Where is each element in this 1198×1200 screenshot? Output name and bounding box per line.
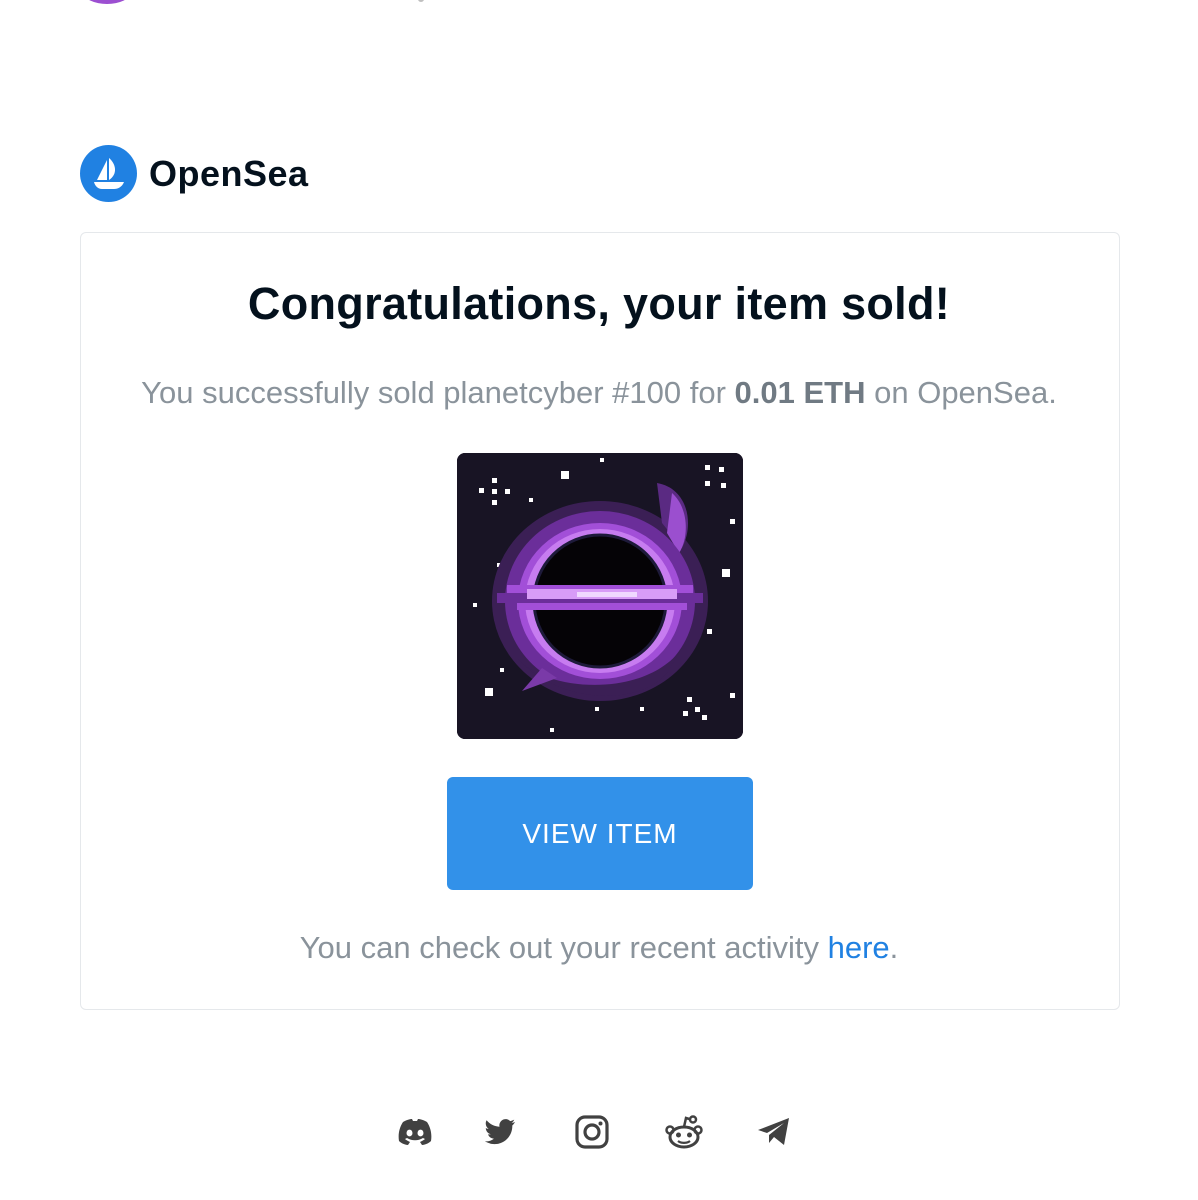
brand-name: OpenSea [149,152,309,194]
activity-prefix: You can check out your recent activity [299,930,828,965]
sale-summary: You successfully sold planetcyber #100 f… [0,372,1198,414]
activity-here-link[interactable]: here [828,930,890,965]
sale-headline: Congratulations, your item sold! [247,278,951,329]
instagram-icon[interactable] [572,1112,612,1152]
discord-icon[interactable] [395,1112,435,1152]
opensea-ship-icon [80,145,137,202]
view-item-button[interactable]: VIEW ITEM [447,777,753,890]
reddit-icon[interactable] [664,1112,704,1152]
horizontal-jet [497,585,703,610]
black-hole-artwork [457,453,743,739]
twitter-icon[interactable] [480,1112,520,1152]
cropped-dot [418,0,424,2]
sale-price: 0.01 ETH [734,375,866,410]
nft-item-image[interactable] [457,453,743,739]
activity-suffix: . [889,930,899,965]
recent-activity-text: You can check out your recent activity h… [0,926,1198,970]
summary-prefix: You successfully sold planetcyber #100 f… [141,375,735,410]
cropped-avatar-edge [84,0,130,4]
telegram-icon[interactable] [754,1112,794,1152]
summary-suffix: on OpenSea. [865,375,1057,410]
opensea-logo[interactable]: OpenSea [80,145,309,202]
